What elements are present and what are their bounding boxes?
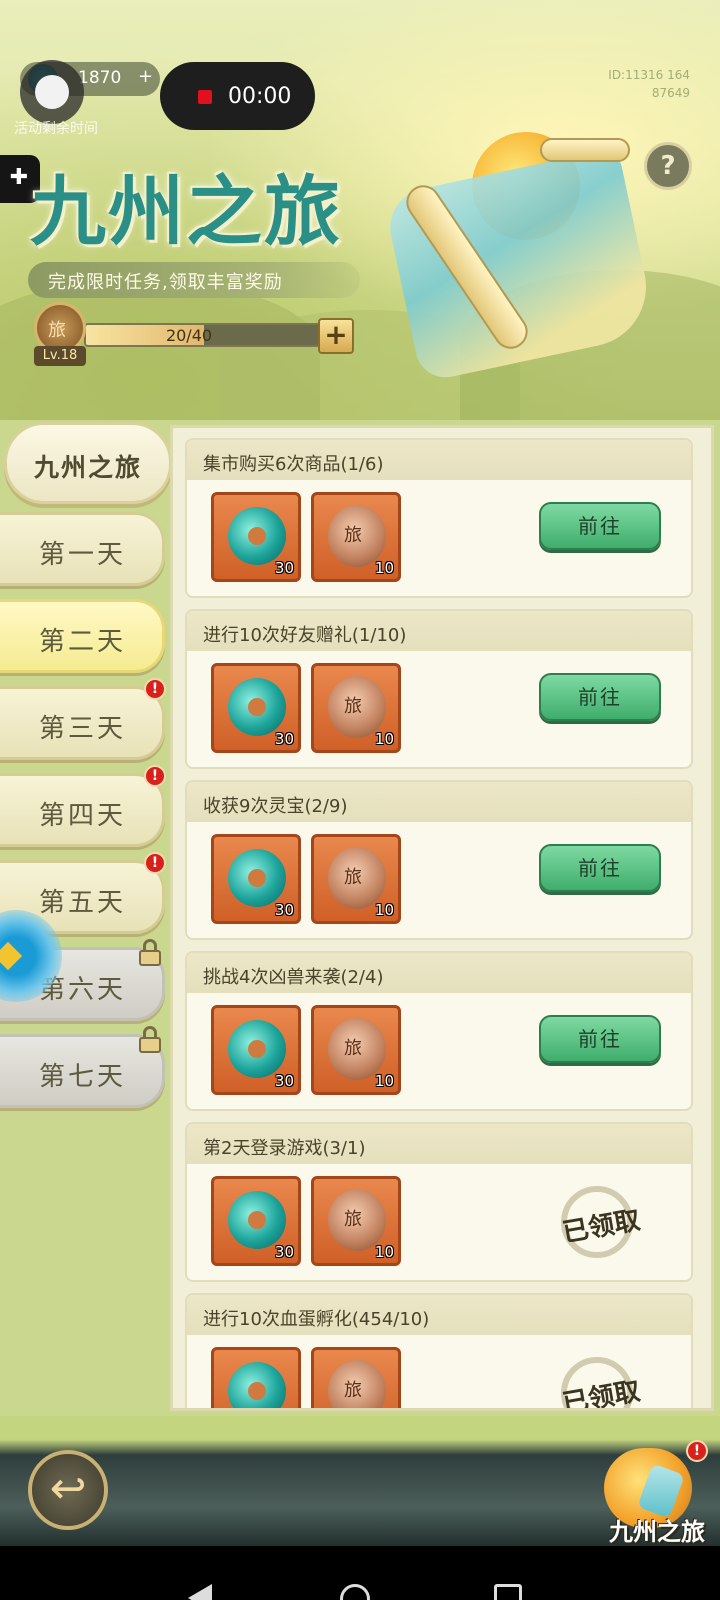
event-title: 九州之旅 <box>30 167 342 256</box>
task-header: 进行10次血蛋孵化(454/10) <box>187 1295 691 1335</box>
task-card: 挑战4次凶兽来袭(2/4) 30 旅 10 前往 <box>185 951 693 1111</box>
task-header: 第2天登录游戏(3/1) <box>187 1124 691 1164</box>
jade-ring-icon <box>228 1362 286 1408</box>
alert-icon: ! <box>144 678 166 700</box>
level-badge-char: 旅 <box>48 320 66 341</box>
currency-value: 1870 <box>78 68 122 88</box>
player-id-line: 87649 <box>651 86 690 100</box>
reward-quantity: 10 <box>374 730 394 748</box>
question-icon[interactable]: ? <box>644 142 692 190</box>
reward-travel-medal[interactable]: 旅 10 <box>311 834 401 924</box>
reward-quantity: 30 <box>274 1243 294 1261</box>
medal-char: 旅 <box>344 1209 362 1230</box>
reward-jade-ring[interactable]: 30 <box>211 1005 301 1095</box>
xp-plus-button[interactable]: + <box>318 318 354 354</box>
task-card: 集市购买6次商品(1/6) 30 旅 10 前往 <box>185 438 693 598</box>
reward-jade-ring[interactable]: 30 <box>211 492 301 582</box>
medal-char: 旅 <box>344 1380 362 1401</box>
medal-char: 旅 <box>344 696 362 717</box>
task-card: 收获9次灵宝(2/9) 30 旅 10 前往 <box>185 780 693 940</box>
reward-jade-ring[interactable]: 30 <box>211 1176 301 1266</box>
tab-day-label: 第七天 <box>38 1062 126 1092</box>
reward-jade-ring[interactable]: 30 <box>211 1347 301 1408</box>
task-card: 进行10次好友赠礼(1/10) 30 旅 10 前往 <box>185 609 693 769</box>
record-stop-icon[interactable] <box>198 90 212 104</box>
claimed-stamp: 已领取 <box>547 1182 647 1262</box>
reward-quantity: 30 <box>274 730 294 748</box>
nav-recent-icon[interactable] <box>494 1584 522 1600</box>
alert-icon: ! <box>144 852 166 874</box>
back-arrow-icon[interactable]: ↩ <box>28 1450 108 1530</box>
lock-icon <box>138 1026 162 1054</box>
task-title: 第2天登录游戏(3/1) <box>203 1138 366 1159</box>
puzzle-icon[interactable]: ✚ <box>6 165 32 191</box>
reward-travel-medal[interactable]: 旅 10 <box>311 663 401 753</box>
task-title: 收获9次灵宝(2/9) <box>203 796 348 817</box>
jade-ring-icon <box>228 849 286 907</box>
jade-ring-icon <box>228 678 286 736</box>
player-id-watermark: ID:11316 164 87649 <box>608 66 690 102</box>
medal-char: 旅 <box>344 1038 362 1059</box>
tab-main-label: 九州之旅 <box>33 453 142 482</box>
reward-travel-medal[interactable]: 旅 10 <box>311 1005 401 1095</box>
task-header: 收获9次灵宝(2/9) <box>187 782 691 822</box>
reward-jade-ring[interactable]: 30 <box>211 663 301 753</box>
go-button[interactable]: 前往 <box>539 1015 661 1063</box>
reward-quantity: 10 <box>374 901 394 919</box>
event-subtitle: 完成限时任务,领取丰富奖励 <box>48 272 283 293</box>
go-button[interactable]: 前往 <box>539 844 661 892</box>
record-timer: 00:00 <box>228 84 292 109</box>
reward-quantity: 10 <box>374 1243 394 1261</box>
go-button[interactable]: 前往 <box>539 502 661 550</box>
medal-char: 旅 <box>344 867 362 888</box>
task-header: 挑战4次凶兽来袭(2/4) <box>187 953 691 993</box>
activity-time-label: 活动剩余时间 <box>14 121 98 137</box>
tab-day-label: 第三天 <box>38 714 126 744</box>
currency-plus-button[interactable]: + <box>138 66 153 87</box>
task-title: 挑战4次凶兽来袭(2/4) <box>203 967 384 988</box>
player-id-line: ID:11316 164 <box>608 68 690 82</box>
task-list-panel[interactable]: 集市购买6次商品(1/6) 30 旅 10 前往 进行10次好友赠礼(1/10) 30 旅 10… <box>170 425 714 1411</box>
alert-icon: ! <box>144 765 166 787</box>
reward-travel-medal[interactable]: 旅 10 <box>311 492 401 582</box>
reward-quantity: 30 <box>274 901 294 919</box>
task-card: 进行10次血蛋孵化(454/10) 30旅10 已领取 <box>185 1293 693 1408</box>
medal-char: 旅 <box>344 525 362 546</box>
task-title: 进行10次血蛋孵化(454/10) <box>203 1309 430 1330</box>
lock-icon <box>138 939 162 967</box>
alert-icon: ! <box>686 1440 708 1462</box>
jade-ring-icon <box>228 1020 286 1078</box>
nav-back-icon[interactable] <box>188 1584 212 1600</box>
reward-quantity: 30 <box>274 1072 294 1090</box>
go-button[interactable]: 前往 <box>539 673 661 721</box>
jade-ring-icon <box>228 507 286 565</box>
task-title: 进行10次好友赠礼(1/10) <box>203 625 407 646</box>
jade-ring-icon <box>228 1191 286 1249</box>
reward-quantity: 10 <box>374 1072 394 1090</box>
tab-day-label: 第一天 <box>38 540 126 570</box>
level-label: Lv.18 <box>34 346 86 366</box>
reward-quantity: 30 <box>274 559 294 577</box>
tab-day-label: 第四天 <box>38 801 126 831</box>
floating-assistive-button[interactable] <box>20 60 84 124</box>
task-header: 集市购买6次商品(1/6) <box>187 440 691 480</box>
reward-jade-ring[interactable]: 30 <box>211 834 301 924</box>
task-title: 集市购买6次商品(1/6) <box>203 454 384 475</box>
task-header: 进行10次好友赠礼(1/10) <box>187 611 691 651</box>
scroll-rod-illustration <box>540 138 630 162</box>
reward-quantity: 10 <box>374 559 394 577</box>
reward-travel-medal[interactable]: 旅10 <box>311 1347 401 1408</box>
xp-progress-text: 20/40 <box>165 326 213 345</box>
event-shortcut-label: 九州之旅 <box>609 1517 705 1546</box>
reward-travel-medal[interactable]: 旅 10 <box>311 1176 401 1266</box>
claimed-stamp: 已领取 <box>547 1353 647 1408</box>
task-card: 第2天登录游戏(3/1) 30 旅 10 已领取 <box>185 1122 693 1282</box>
tab-day-label: 第二天 <box>38 627 126 657</box>
